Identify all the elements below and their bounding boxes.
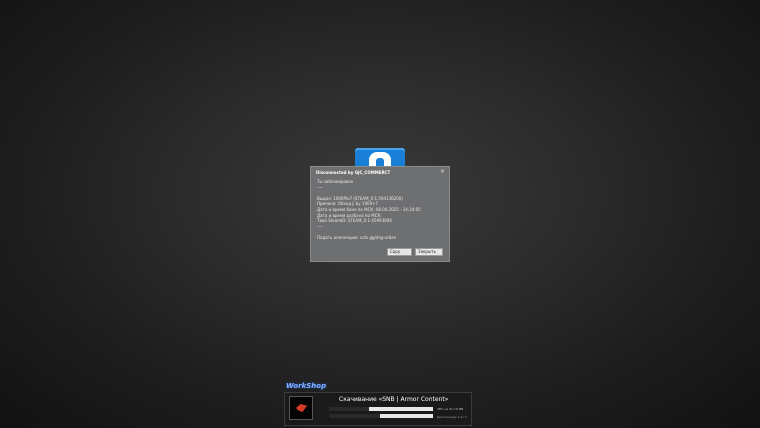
download-progress-fill bbox=[329, 407, 369, 411]
workshop-logo: WorkShop bbox=[286, 382, 327, 390]
dialog-title: Disconnected by GJC_COMMERCT bbox=[316, 170, 391, 175]
download-progress-bar bbox=[329, 407, 433, 411]
addon-progress-fill bbox=[329, 414, 380, 418]
download-title: Скачивание «SNB | Armor Content» bbox=[339, 396, 449, 403]
download-panel: Скачивание «SNB | Armor Content» 38% из … bbox=[284, 392, 472, 426]
close-button[interactable]: Закрыть bbox=[415, 248, 443, 256]
download-status: 38% из 31.19 MB bbox=[437, 407, 464, 411]
close-icon[interactable]: × bbox=[440, 168, 445, 175]
addon-progress-bar bbox=[329, 414, 433, 418]
appeal-line: Подать апелляцию: vcts.gg/dsg-urban bbox=[317, 234, 397, 240]
addon-thumbnail-icon bbox=[289, 396, 313, 420]
copy-button[interactable]: Copy bbox=[387, 248, 412, 256]
addon-thumbnail-mark bbox=[296, 404, 307, 412]
download-substatus: Дополнение 3 из 4 bbox=[437, 415, 467, 419]
dialog-body: Ты заблокирован ---- Выдал: 1000Plu7 (ST… bbox=[317, 179, 445, 241]
disconnect-dialog: Disconnected by GJC_COMMERCT × Ты заблок… bbox=[310, 166, 450, 262]
